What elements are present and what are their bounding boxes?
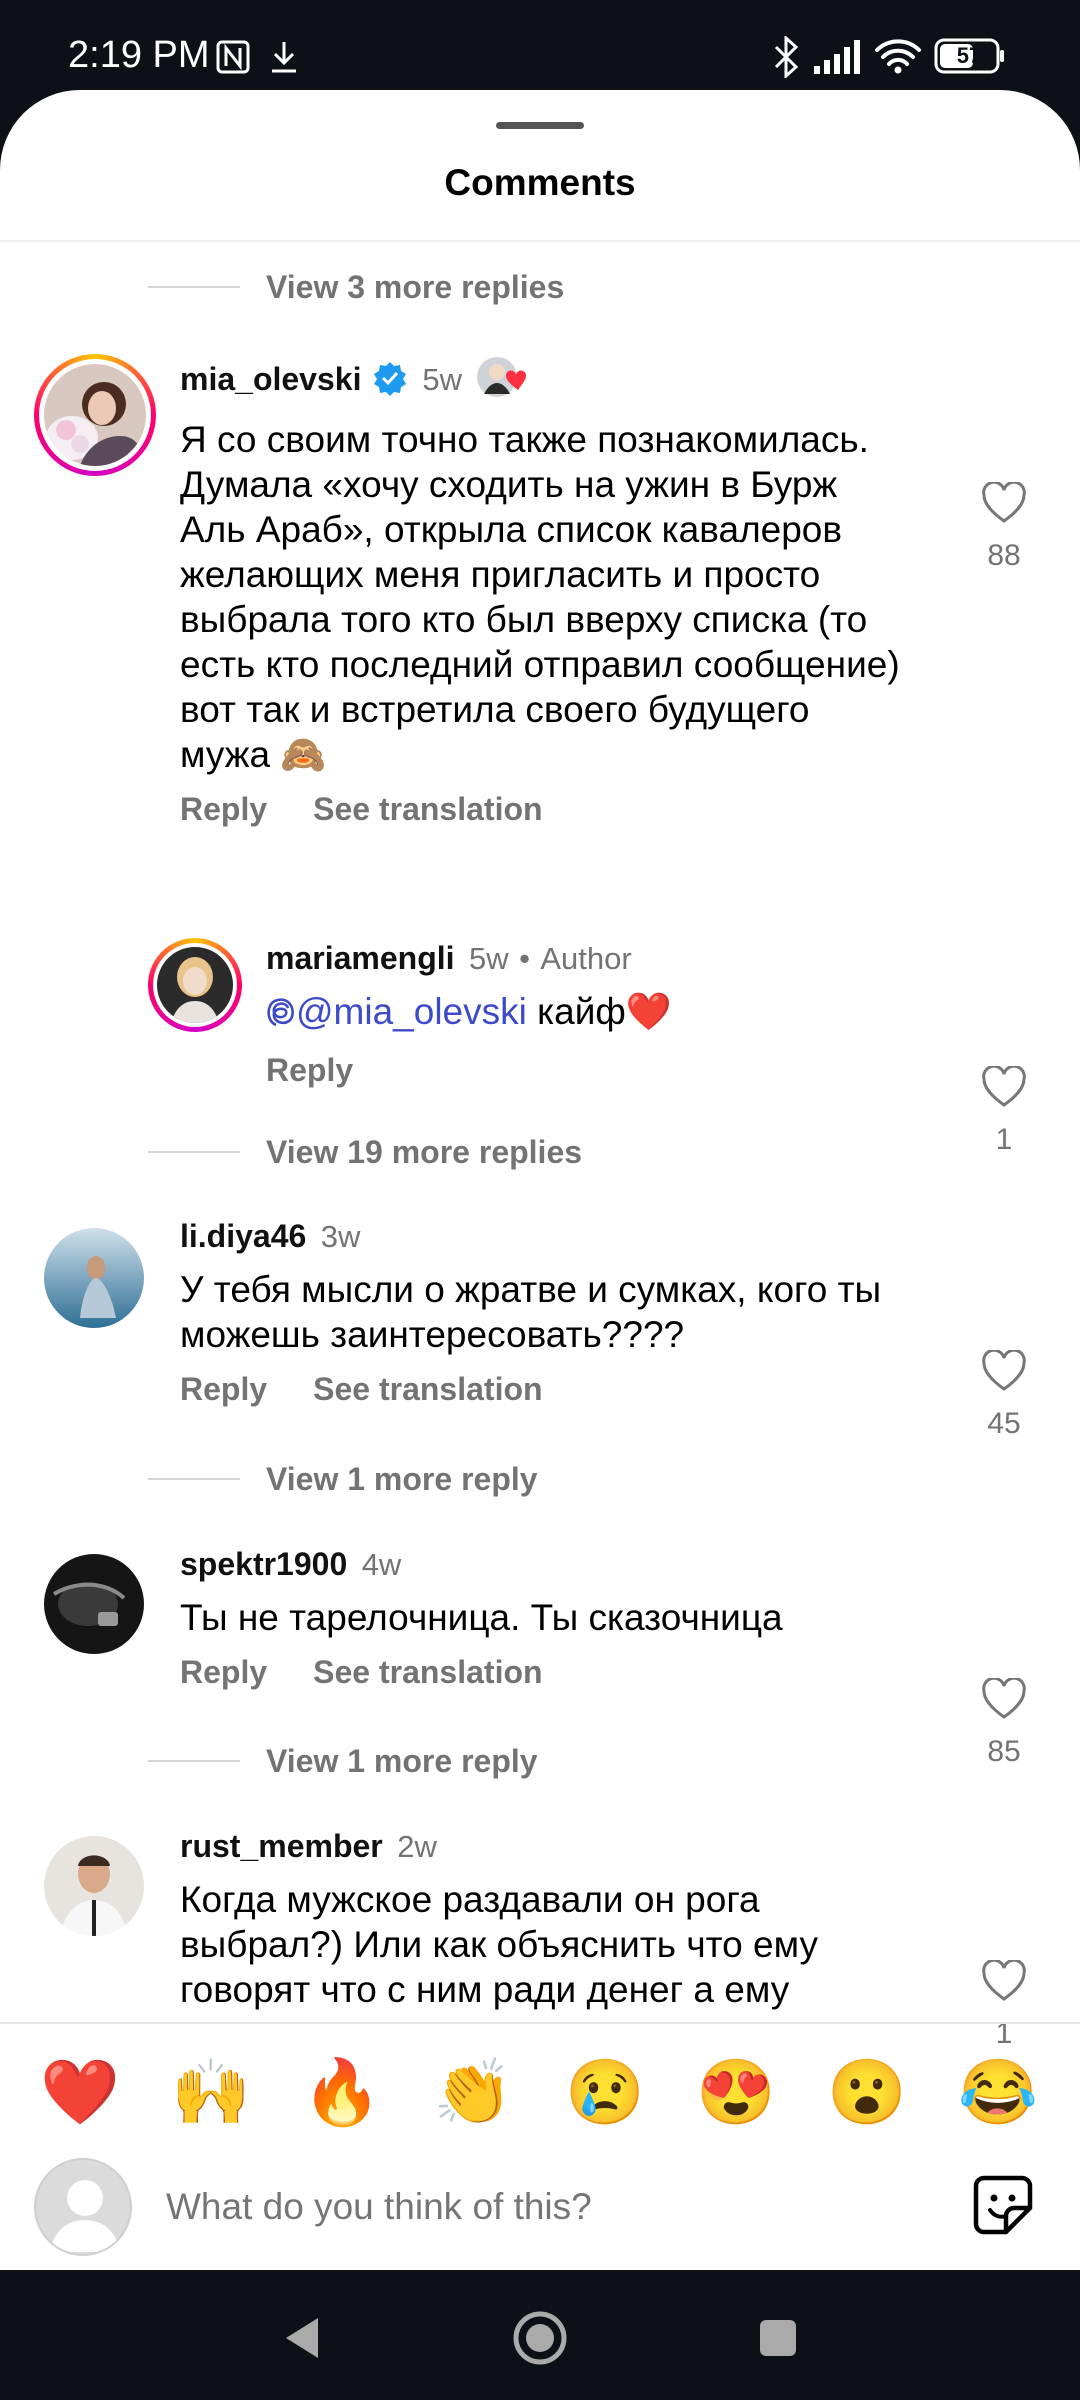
liked-by-author-icon [474, 354, 536, 405]
like-button[interactable]: 45 [964, 1348, 1044, 1441]
heart-icon [982, 1348, 1026, 1391]
avatar[interactable] [44, 1836, 144, 1936]
divider [0, 2022, 1080, 2024]
avatar[interactable] [44, 1554, 144, 1654]
see-translation-button[interactable]: See translation [313, 1371, 542, 1408]
view-more-label: View 1 more reply [266, 1742, 538, 1779]
view-more-replies[interactable]: View 19 more replies [148, 1127, 582, 1177]
comment-username[interactable]: mariamengli [266, 940, 455, 976]
comment-composer [0, 2152, 1080, 2262]
comment-username[interactable]: mia_olevski [180, 361, 361, 397]
comment: rust_member 2w Когда мужское раздавали о… [180, 1828, 920, 2012]
back-icon[interactable] [282, 2316, 322, 2365]
reply-button[interactable]: Reply [180, 791, 267, 828]
emoji-heart-eyes-button[interactable]: 😍 [696, 2052, 776, 2132]
comment-time: 5w [422, 362, 462, 397]
author-badge: Author [540, 941, 632, 976]
sheet-title: Comments [444, 162, 636, 203]
like-count: 1 [995, 1123, 1013, 1156]
thread-line [148, 1151, 240, 1153]
emoji-laugh-button[interactable]: 😂 [958, 2052, 1038, 2132]
comment-username[interactable]: spektr1900 [180, 1546, 347, 1582]
like-button[interactable]: 1 [964, 1958, 1044, 2051]
nfc-icon [216, 40, 250, 79]
see-translation-button[interactable]: See translation [313, 1654, 542, 1691]
bluetooth-icon [772, 34, 800, 83]
emoji-quick-bar: ❤️ 🙌 🔥 👏 😢 😍 😮 😂 [0, 2052, 1080, 2132]
comment-time: 5w [468, 941, 509, 976]
heart-icon [982, 1958, 1026, 2001]
see-translation-button[interactable]: See translation [313, 791, 542, 828]
like-button[interactable]: 85 [964, 1676, 1044, 1769]
like-count: 88 [987, 539, 1021, 572]
threads-icon [266, 993, 296, 1038]
comment-text-wrap: @mia_olevski кайф❤️ [266, 989, 926, 1038]
dot-separator: • [519, 941, 530, 976]
battery-level: 57 [956, 43, 982, 68]
comment-text: Я со своим точно также познакомилась. Ду… [180, 419, 900, 775]
mention-link[interactable]: @mia_olevski [296, 991, 527, 1032]
avatar[interactable] [148, 938, 242, 1032]
system-nav-bar [0, 2270, 1080, 2400]
status-time: 2:19 PM [68, 34, 210, 76]
emoji-clap-button[interactable]: 👏 [433, 2052, 513, 2132]
reply-button[interactable]: Reply [266, 1052, 353, 1089]
view-more-replies[interactable]: View 3 more replies [148, 262, 564, 312]
recents-icon[interactable] [758, 2318, 798, 2363]
emoji-wow-button[interactable]: 😮 [827, 2052, 907, 2132]
comment-time: 4w [361, 1547, 402, 1582]
like-count: 85 [987, 1735, 1021, 1768]
signal-icon [814, 40, 862, 79]
avatar[interactable] [34, 354, 156, 476]
comment: spektr1900 4w Ты не тарелочница. Ты сказ… [180, 1546, 920, 1691]
reply-button[interactable]: Reply [180, 1371, 267, 1408]
emoji-heart-button[interactable]: ❤️ [40, 2052, 120, 2132]
thread-line [148, 1760, 240, 1762]
comment-username[interactable]: rust_member [180, 1828, 383, 1864]
comment-text: Ты не тарелочница. Ты сказочница [180, 1597, 783, 1638]
heart-icon [982, 1064, 1026, 1107]
comment-reply: mariamengli 5w • Author @mia_olevski кай… [266, 940, 926, 1089]
view-more-label: View 19 more replies [266, 1133, 583, 1170]
comment-username[interactable]: li.diya46 [180, 1218, 306, 1254]
comment-time: 3w [320, 1219, 361, 1254]
comment-input[interactable] [166, 2180, 926, 2234]
emoji-fire-button[interactable]: 🔥 [302, 2052, 382, 2132]
download-icon [268, 40, 300, 79]
comments-list[interactable]: View 3 more replies mia_olevski 5w Я со … [0, 242, 1080, 2110]
comments-sheet: Comments View 3 more replies mia_olevski [0, 90, 1080, 2270]
verified-badge-icon [372, 360, 408, 401]
view-more-replies[interactable]: View 1 more reply [148, 1736, 538, 1786]
comment-text: Когда мужское раздавали он рога выбрал?)… [180, 1879, 818, 2010]
reply-button[interactable]: Reply [180, 1654, 267, 1691]
comment-time: 2w [397, 1829, 437, 1864]
user-avatar-icon [34, 2158, 132, 2256]
like-count: 45 [987, 1407, 1021, 1440]
thread-line [148, 286, 240, 288]
heart-icon [982, 480, 1026, 523]
like-button[interactable]: 1 [964, 1064, 1044, 1157]
drag-handle[interactable] [496, 122, 584, 129]
emoji-cry-button[interactable]: 😢 [565, 2052, 645, 2132]
view-more-replies[interactable]: View 1 more reply [148, 1454, 538, 1504]
comment-text: кайф❤️ [526, 991, 672, 1032]
comment: li.diya46 3w У тебя мысли о жратве и сум… [180, 1218, 920, 1408]
view-more-label: View 3 more replies [266, 268, 565, 305]
heart-icon [982, 1676, 1026, 1719]
like-button[interactable]: 88 [964, 480, 1044, 573]
comment: mia_olevski 5w Я со своим точно также по… [180, 354, 920, 828]
wifi-icon [874, 38, 922, 79]
emoji-raised-hands-button[interactable]: 🙌 [171, 2052, 251, 2132]
view-more-label: View 1 more reply [266, 1460, 538, 1497]
sticker-icon[interactable] [972, 2174, 1034, 2241]
comment-text: У тебя мысли о жратве и сумках, кого ты … [180, 1269, 882, 1355]
home-icon[interactable] [512, 2310, 568, 2371]
avatar[interactable] [44, 1228, 144, 1328]
thread-line [148, 1478, 240, 1480]
